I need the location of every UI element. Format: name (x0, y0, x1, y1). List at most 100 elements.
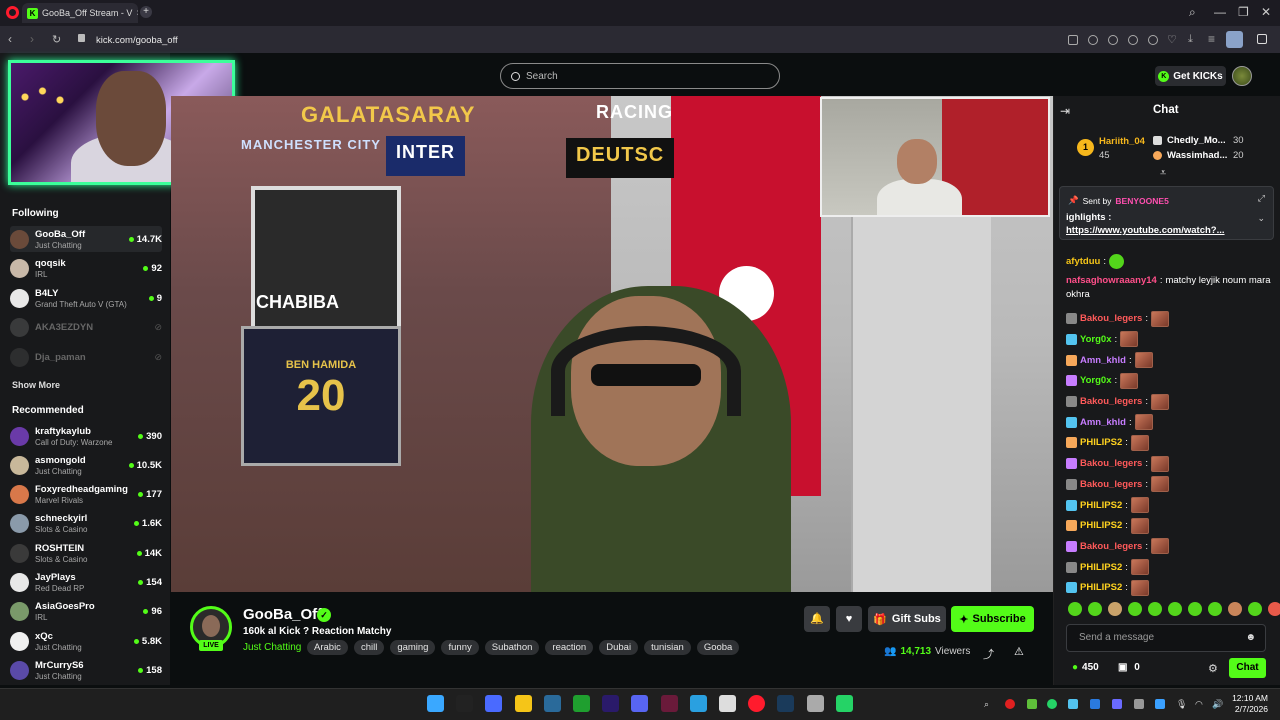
pinned-link[interactable]: https://www.youtube.com/watch?... (1066, 225, 1225, 236)
wifi-icon[interactable]: ◠ (1195, 699, 1203, 710)
tray-search-icon[interactable]: ⌕ (984, 699, 989, 710)
url-field[interactable]: kick.com/gooba_off (96, 35, 178, 46)
emoji-picker-icon[interactable]: ☻ (1245, 632, 1256, 643)
opera-menu-icon[interactable] (6, 6, 19, 19)
emote-icon[interactable] (1068, 602, 1082, 616)
tray-app-icon[interactable] (1068, 699, 1078, 709)
chat-username[interactable]: Yorg0x (1080, 375, 1112, 386)
sidebar-channel[interactable]: AsiaGoesPro IRL 96 (10, 599, 162, 625)
stream-tag[interactable]: funny (441, 640, 479, 655)
unpin-icon[interactable]: ⤢ (1258, 193, 1265, 204)
chat-username[interactable]: PHILIPS2 (1080, 500, 1122, 511)
vpn-icon[interactable] (1128, 35, 1138, 45)
stream-tag[interactable]: Dubai (599, 640, 639, 655)
sidebar-channel[interactable]: JayPlays Red Dead RP 154 (10, 570, 162, 596)
camera-icon[interactable] (1088, 35, 1098, 45)
lock-icon[interactable] (78, 34, 85, 42)
maximize-button[interactable]: ❐ (1238, 5, 1249, 19)
sidebar-channel[interactable]: asmongold Just Chatting 10.5K (10, 452, 162, 478)
browser-tab[interactable]: K GooBa_Off Stream - V × (22, 3, 138, 23)
notification-bell-button[interactable]: 🔔 (804, 606, 830, 632)
tray-discord-icon[interactable] (1090, 699, 1100, 709)
telegram-icon[interactable] (689, 695, 707, 712)
chat-settings-icon[interactable]: ⚙ (1208, 662, 1218, 675)
sidebar-channel[interactable]: AKA3EZDYN ⊘ (10, 315, 162, 341)
sidebar-channel[interactable]: xQc Just Chatting 5.8K (10, 628, 162, 654)
sidebar-channel[interactable]: Dja_paman ⊘ (10, 344, 162, 370)
kicks-balance[interactable]: ● 450 (1072, 662, 1099, 673)
chat-username[interactable]: PHILIPS2 (1080, 582, 1122, 593)
tray-record-icon[interactable] (1005, 699, 1015, 709)
file-explorer-icon[interactable] (514, 695, 532, 712)
share-icon[interactable]: ⤴ (983, 646, 994, 662)
close-window-button[interactable]: ✕ (1261, 5, 1271, 19)
get-kicks-button[interactable]: K Get KICKs (1155, 66, 1226, 86)
premiere-icon[interactable] (602, 695, 620, 712)
chat-collapse-icon[interactable]: ⇥ (1060, 104, 1070, 118)
chat-message-input[interactable]: Send a message ☻ (1066, 624, 1266, 652)
chat-username[interactable]: afytduu (1066, 256, 1100, 267)
minimize-button[interactable]: — (1214, 5, 1226, 19)
chat-username[interactable]: PHILIPS2 (1080, 437, 1122, 448)
microphone-icon[interactable]: 🎙 (1176, 699, 1187, 710)
chat-username[interactable]: Yorg0x (1080, 334, 1112, 345)
tray-app-icon[interactable] (1134, 699, 1144, 709)
download-icon[interactable]: ⤓ (1188, 33, 1193, 46)
stream-tag[interactable]: Subathon (484, 640, 540, 655)
shield-icon[interactable] (1108, 35, 1118, 45)
sidebar-channel[interactable]: ROSHTEIN Slots & Casino 14K (10, 540, 162, 566)
emote-icon[interactable] (1248, 602, 1262, 616)
emote-icon[interactable] (1188, 602, 1202, 616)
sidebar-channel[interactable]: MrCurryS6 Just Chatting 158 (10, 657, 162, 683)
show-more-link[interactable]: Show More (12, 380, 60, 390)
emote-icon[interactable] (1148, 602, 1162, 616)
sidebar-channel[interactable]: schneckyirl Slots & Casino 1.6K (10, 511, 162, 537)
app-icon[interactable] (485, 695, 503, 712)
follow-heart-button[interactable]: ♥ (836, 606, 862, 632)
gift-subs-button[interactable]: 🎁 Gift Subs (868, 606, 946, 632)
chat-send-button[interactable]: Chat (1229, 658, 1266, 678)
tray-app-icon[interactable] (1112, 699, 1122, 709)
stream-tag[interactable]: Gooba (696, 640, 740, 655)
tray-defender-icon[interactable] (1155, 699, 1165, 709)
sidebar-channel[interactable]: Foxyredheadgaming Marvel Rivals 177 (10, 482, 162, 508)
tray-nvidia-icon[interactable] (1027, 699, 1037, 709)
chat-username[interactable]: Bakou_legers (1080, 396, 1142, 407)
chat-username[interactable]: PHILIPS2 (1080, 562, 1122, 573)
extension-badge-icon[interactable] (1226, 31, 1243, 48)
extensions-cube-icon[interactable] (1257, 34, 1267, 44)
taskbar-clock[interactable]: 12:10 AM 2/7/2026 (1232, 693, 1268, 715)
chat-username[interactable]: nafsaghowraaany14 (1066, 275, 1157, 286)
tab-close-icon[interactable]: × (136, 8, 138, 19)
chat-username[interactable]: Bakou_legers (1080, 313, 1142, 324)
app-icon[interactable] (806, 695, 824, 712)
sidebar-channel[interactable]: qoqsik IRL 92 (10, 256, 162, 282)
app-icon[interactable] (543, 695, 561, 712)
emote-icon[interactable] (1168, 602, 1182, 616)
stream-tag[interactable]: Arabic (307, 640, 348, 655)
emote-icon[interactable] (1108, 602, 1122, 616)
report-icon[interactable]: ⚠ (1014, 645, 1024, 658)
whatsapp-icon[interactable] (835, 695, 853, 712)
emote-icon[interactable] (1228, 602, 1242, 616)
leaderboard-name-3[interactable]: Wassimhad... (1167, 150, 1227, 161)
pinned-message[interactable]: 📌 Sent by BENYOONE5 ⤢ ⌄ ighlights : http… (1059, 186, 1274, 240)
chat-username[interactable]: Bakou_legers (1080, 541, 1142, 552)
sidebar-channel[interactable]: GooBa_Off Just Chatting 14.7K (10, 226, 162, 252)
stream-tag[interactable]: chill (353, 640, 385, 655)
streamer-name[interactable]: GooBa_Off (243, 606, 322, 623)
windows-start-icon[interactable] (427, 695, 444, 712)
steam-icon[interactable] (777, 695, 795, 712)
chat-username[interactable]: Bakou_legers (1080, 479, 1142, 490)
new-tab-button[interactable]: + (140, 6, 152, 18)
reload-icon[interactable]: ↻ (52, 33, 61, 46)
subscribe-button[interactable]: ✦ Subscribe (951, 606, 1034, 632)
stream-tag[interactable]: gaming (390, 640, 436, 655)
stream-tag[interactable]: tunisian (644, 640, 691, 655)
chat-username[interactable]: PHILIPS2 (1080, 520, 1122, 531)
chat-username[interactable]: Amn_khld (1080, 355, 1126, 366)
search-input[interactable]: Search (500, 63, 780, 89)
emote-icon[interactable] (1128, 602, 1142, 616)
emote-icon[interactable] (1208, 602, 1222, 616)
favorites-heart-icon[interactable]: ♡ (1167, 33, 1177, 46)
